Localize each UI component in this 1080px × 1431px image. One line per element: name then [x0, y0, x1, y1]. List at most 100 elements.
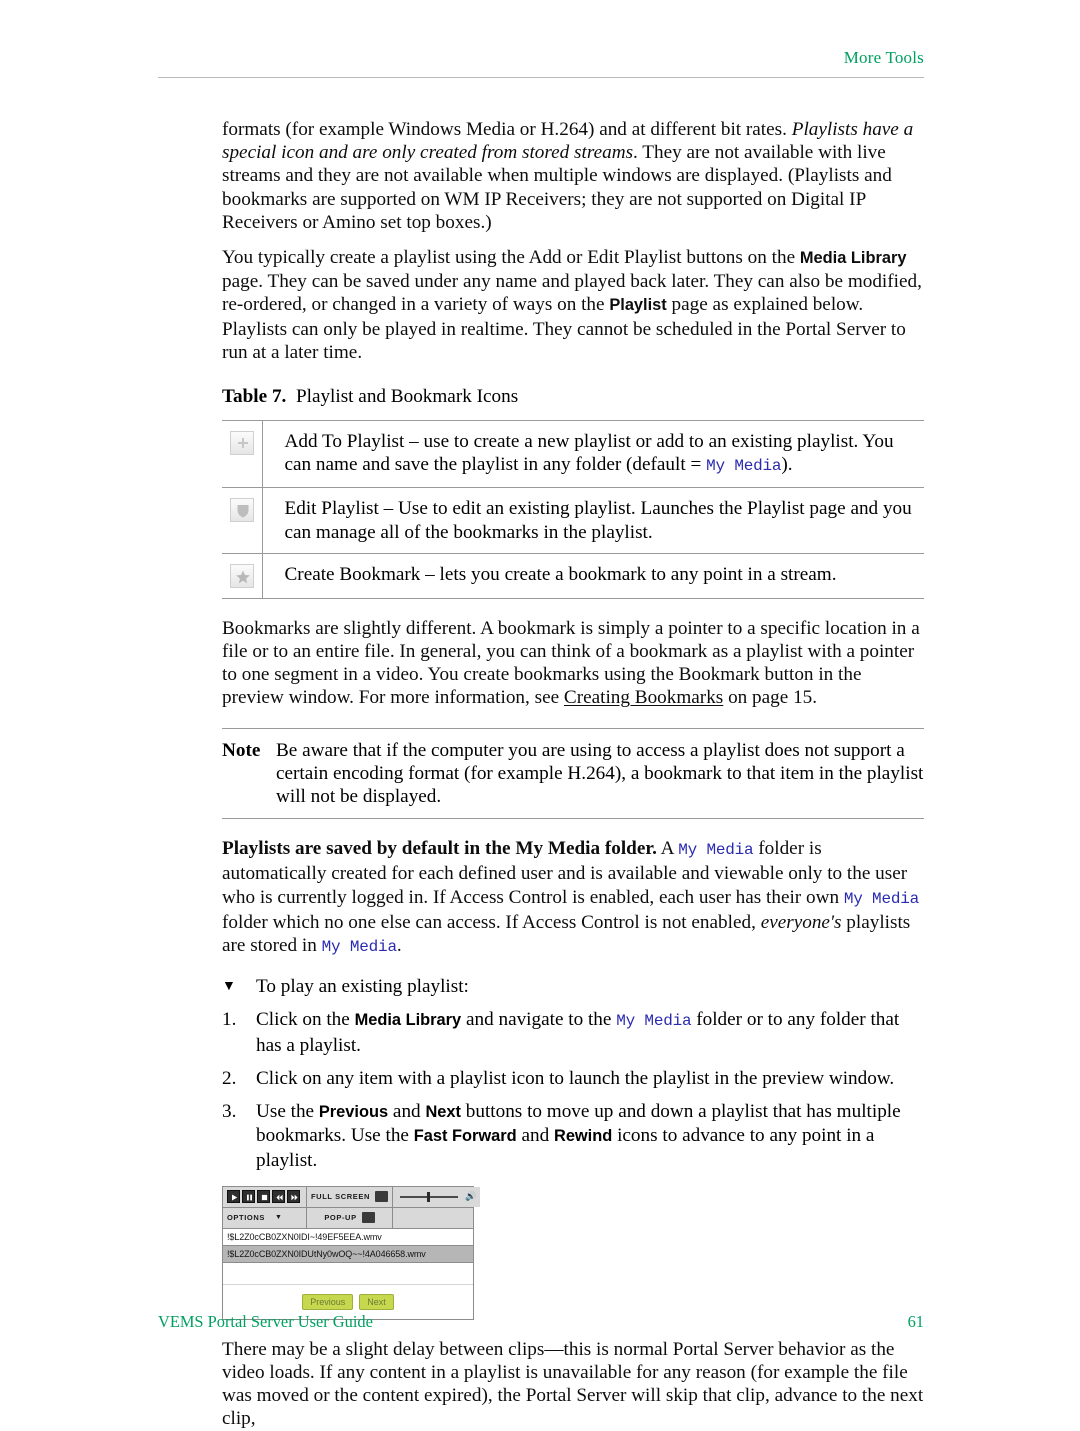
table-row: Create Bookmark – lets you create a book…	[222, 553, 924, 599]
table-cell-icon	[222, 487, 263, 554]
note-label: Note	[222, 739, 261, 761]
link-creating-bookmarks[interactable]: Creating Bookmarks	[564, 687, 723, 708]
s3-bold-rewind: Rewind	[553, 1127, 613, 1146]
p5-bold-lead: Playlists are saved by default in the My…	[222, 838, 657, 860]
list-item: 1. Click on the Media Library and naviga…	[222, 1008, 924, 1056]
step-text: Use the Previous and Next buttons to mov…	[256, 1100, 924, 1172]
s3-bold-fast-forward: Fast Forward	[413, 1127, 517, 1146]
table-caption-text: Playlist and Bookmark Icons	[295, 386, 519, 408]
p5-code-3: My Media	[321, 938, 397, 957]
player-screenshot-figure: FULL SCREEN 🔊 OPTIONS ▼ POP-UP !$L2Z0cCB…	[222, 1185, 481, 1320]
paragraph-my-media: Playlists are saved by default in the My…	[222, 837, 924, 959]
play-icon[interactable]	[227, 1190, 240, 1204]
stop-icon[interactable]	[257, 1190, 270, 1204]
row1-text-a: Add To Playlist – use to create a new pl…	[284, 431, 894, 476]
volume-slider-knob[interactable]	[426, 1191, 430, 1202]
next-button[interactable]: Next	[359, 1293, 394, 1310]
player-toolbar: FULL SCREEN 🔊 OPTIONS ▼ POP-UP	[223, 1186, 481, 1229]
pop-up-label: POP-UP	[324, 1213, 357, 1223]
row3-text-a: Create Bookmark – lets you create a book…	[284, 563, 837, 585]
player-toolbar-row-2: OPTIONS ▼ POP-UP	[223, 1207, 473, 1229]
p5-emphasis: everyone's	[760, 911, 842, 933]
document-page: More Tools formats (for example Windows …	[0, 0, 1080, 1429]
fast-forward-icon[interactable]	[287, 1190, 300, 1204]
table-caption: Table 7. Playlist and Bookmark Icons	[222, 386, 924, 408]
full-screen-button[interactable]: FULL SCREEN	[307, 1186, 393, 1207]
pop-up-button[interactable]: POP-UP	[307, 1207, 393, 1228]
note-text: Be aware that if the computer you are us…	[276, 739, 924, 808]
s1-bold-media-library: Media Library	[354, 1011, 462, 1030]
playlist-file-item[interactable]: !$L2Z0cCB0ZXN0IDI~!49EF5EEA.wmv	[223, 1229, 473, 1246]
row2-text-a: Edit Playlist – Use to edit an existing …	[284, 498, 912, 543]
p2-bold-media-library: Media Library	[799, 249, 907, 268]
p2-bold-playlist: Playlist	[609, 296, 667, 315]
table-cell-text: Add To Playlist – use to create a new pl…	[262, 420, 924, 489]
list-item: 3. Use the Previous and Next buttons to …	[222, 1100, 924, 1172]
star-icon[interactable]	[229, 563, 254, 588]
volume-slider-track	[399, 1191, 458, 1202]
p5-part-a: A	[656, 838, 679, 860]
table-cell-text: Create Bookmark – lets you create a book…	[262, 553, 924, 599]
speaker-icon[interactable]: 🔊	[465, 1191, 476, 1202]
row1-code: My Media	[706, 457, 782, 476]
pop-up-icon	[361, 1212, 375, 1224]
procedure-heading-text: To play an existing playlist:	[256, 976, 469, 998]
procedure-steps: 1. Click on the Media Library and naviga…	[222, 1008, 924, 1171]
header-rule	[158, 77, 924, 78]
step-number: 3.	[222, 1101, 237, 1123]
paragraph-create-playlist: You typically create a playlist using th…	[222, 246, 924, 364]
full-screen-icon	[374, 1191, 388, 1203]
s1-a: Click on the	[256, 1009, 355, 1031]
table-row: Edit Playlist – Use to edit an existing …	[222, 487, 924, 554]
previous-button[interactable]: Previous	[302, 1293, 354, 1310]
playlist-file-item-selected[interactable]: !$L2Z0cCB0ZXN0IDUtNy0wOQ~~!4A046658.wmv	[223, 1245, 473, 1263]
table-cell-icon	[222, 420, 263, 489]
row1-text-b: ).	[781, 454, 793, 476]
player-toolbar-row-1: FULL SCREEN 🔊	[223, 1186, 481, 1208]
toolbar-filler	[393, 1207, 473, 1228]
transport-controls-group	[223, 1186, 307, 1207]
s3-b: and	[388, 1101, 426, 1123]
shield-icon[interactable]	[229, 498, 254, 523]
step-text: Click on the Media Library and navigate …	[256, 1008, 924, 1056]
options-label: OPTIONS	[227, 1213, 265, 1223]
body-column: formats (for example Windows Media or H.…	[222, 118, 924, 1431]
volume-control[interactable]: 🔊	[392, 1186, 481, 1207]
pause-icon[interactable]	[242, 1190, 255, 1204]
p5-part-c: folder which no one else can access. If …	[222, 911, 761, 933]
s1-b: and navigate to the	[461, 1009, 617, 1031]
full-screen-label: FULL SCREEN	[311, 1192, 370, 1202]
s3-d: and	[516, 1125, 554, 1147]
footer-page-number: 61	[907, 1312, 924, 1331]
rewind-icon[interactable]	[272, 1190, 285, 1204]
table-cell-icon	[222, 553, 263, 599]
step-text: Click on any item with a playlist icon t…	[256, 1067, 895, 1089]
s1-code-my-media: My Media	[616, 1012, 692, 1031]
footer-guide-title: VEMS Portal Server User Guide	[158, 1312, 373, 1331]
options-menu-button[interactable]: OPTIONS ▼	[223, 1207, 307, 1228]
list-item: 2. Click on any item with a playlist ico…	[222, 1067, 924, 1090]
step-number: 1.	[222, 1009, 237, 1031]
p1-part-a: formats (for example Windows Media or H.…	[222, 119, 792, 140]
table-cell-text: Edit Playlist – Use to edit an existing …	[262, 487, 924, 554]
s3-a: Use the	[256, 1101, 319, 1123]
paragraph-formats: formats (for example Windows Media or H.…	[222, 118, 924, 234]
note-block: Note Be aware that if the computer you a…	[222, 729, 924, 819]
table-caption-label: Table 7.	[222, 386, 287, 408]
table-row: Add To Playlist – use to create a new pl…	[222, 420, 924, 489]
running-header: More Tools	[843, 48, 924, 67]
volume-slider[interactable]	[397, 1191, 461, 1202]
procedure-heading: ▼ To play an existing playlist:	[222, 975, 924, 998]
paragraph-bookmarks: Bookmarks are slightly different. A book…	[222, 617, 924, 710]
chevron-down-icon: ▼	[274, 1214, 282, 1222]
playlist-bookmark-icon-table: Add To Playlist – use to create a new pl…	[222, 420, 924, 599]
p5-part-e: .	[396, 935, 402, 957]
p5-code-2: My Media	[843, 889, 920, 908]
s3-bold-previous: Previous	[318, 1103, 389, 1122]
p3-part-b: on page 15.	[723, 687, 818, 709]
plus-icon[interactable]	[229, 431, 254, 456]
